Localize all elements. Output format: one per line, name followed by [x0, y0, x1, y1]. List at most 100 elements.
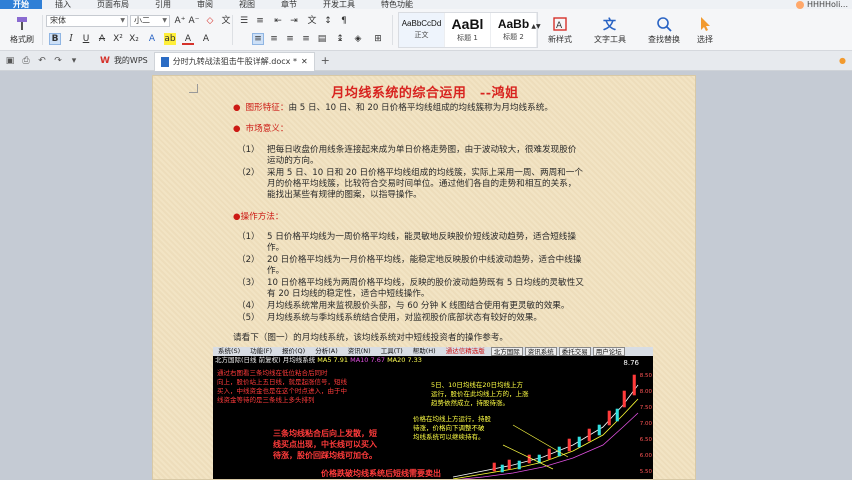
stock-chart-image: 系统(S) 功能(F) 报价(Q) 分析(A) 资讯(N) 工具(T) 帮助(H… [213, 347, 653, 479]
document-page[interactable]: 月均线系统的综合运用 --鸿姐 ● 图形特征：由 5 日、10 日、和 20 日价… [152, 75, 696, 480]
increase-indent-icon[interactable]: ⇥ [288, 15, 300, 27]
menu-tab-features[interactable]: 特色功能 [368, 0, 426, 9]
chevron-down-icon: ▼ [162, 17, 167, 24]
method-heading: ●操作方法： [233, 212, 283, 223]
menu-tab-page-layout[interactable]: 页面布局 [84, 0, 142, 9]
find-replace-button[interactable]: 查找替换 [642, 13, 686, 47]
method-item-1-cont: 作。 [267, 243, 284, 254]
decrease-indent-icon[interactable]: ⇤ [272, 15, 284, 27]
menu-tab-home[interactable]: 开始 [0, 0, 42, 9]
italic-button[interactable]: I [65, 33, 77, 45]
highlight-color-icon[interactable]: ab [164, 33, 176, 45]
phonetic-guide-icon[interactable]: 文 [220, 15, 232, 27]
font-size-value: 小二 [134, 16, 150, 25]
style-gallery-scroll-icon[interactable]: ▲▼ [530, 21, 542, 33]
redo-icon[interactable]: ↷ [52, 55, 64, 67]
new-style-button[interactable]: A 新样式 [542, 13, 578, 47]
scale-tick: 6.50 [639, 437, 652, 443]
stock-name: 北方国际(日线 前复权) 月均线系统 [215, 356, 316, 364]
qa-more-icon[interactable]: ▾ [68, 55, 80, 67]
tab-my-wps[interactable]: W 我的WPS [94, 52, 154, 70]
menubar: 开始 插入 页面布局 引用 审阅 视图 章节 开发工具 特色功能 HHHHoli… [0, 0, 852, 9]
numbered-list-icon[interactable]: ≡ [254, 15, 266, 27]
market-heading: ● 市场意义： [233, 124, 288, 135]
font-color-icon[interactable]: A [182, 33, 194, 45]
strikethrough-button[interactable]: A [96, 33, 108, 45]
menu-tab-view[interactable]: 视图 [226, 0, 268, 9]
scale-tick: 6.00 [639, 453, 652, 459]
save-icon[interactable]: ▣ [4, 55, 16, 67]
shrink-font-button[interactable]: A⁻ [188, 15, 200, 27]
align-right-icon[interactable]: ≡ [284, 33, 296, 45]
method-item-2: （2） 20 日价格平均线为一月价格平均线，能稳定地反映股价中线波动趋势，适合中线… [237, 255, 581, 266]
method-item-5: （5） 月均线系统与季均线系统结合使用，对监视股价底部状态有较好的效果。 [237, 313, 542, 324]
search-icon [657, 16, 672, 32]
method-item-3: （3） 10 日价格平均线为两周价格平均线，反映的股价波动趋势既有 5 日均线的灵… [237, 278, 584, 289]
align-left-icon[interactable]: ≡ [252, 33, 264, 45]
justify-icon[interactable]: ≡ [300, 33, 312, 45]
menu-tab-chapter[interactable]: 章节 [268, 0, 310, 9]
chart-note: 5日、10日均线在20日均线上方 [431, 381, 524, 389]
select-button[interactable]: 选择 [690, 13, 720, 47]
print-icon[interactable]: ⎙ [20, 55, 32, 67]
chart-note: 向上，股价站上五日线，就是起涨信号，短线 [217, 378, 347, 386]
text-tools-icon: 文 [603, 17, 617, 32]
location-pin-icon[interactable]: ● [839, 56, 846, 65]
align-center-icon[interactable]: ≡ [268, 33, 280, 45]
user-account[interactable]: HHHHoli... [795, 0, 852, 9]
style-normal[interactable]: AaBbCcDd 正文 [399, 13, 445, 47]
item-text: 能找出某些有规律的图案，以指导操作。 [267, 190, 422, 200]
text-tools-label: 文字工具 [594, 34, 626, 44]
sort-icon[interactable]: ↕ [322, 15, 334, 27]
stock-info-bar: 北方国际(日线 前复权) 月均线系统 MA5 7.91 MA10 7.67 MA… [213, 356, 653, 365]
text-tools-button[interactable]: 文 文字工具 [588, 13, 632, 47]
menu-tab-references[interactable]: 引用 [142, 0, 184, 9]
shading-icon[interactable]: ◈ [352, 33, 364, 45]
bullet-icon: ● [233, 103, 241, 113]
border-icon[interactable]: ⊞ [372, 33, 384, 45]
scale-tick: 5.50 [639, 469, 652, 475]
chart-note: 价格在均线上方运行，持股 [413, 415, 491, 423]
item-number: （5） [237, 313, 260, 323]
see-chart-line: 请看下（图一）的月均线系统，该均线系统对中短线投资者的操作参考。 [233, 333, 509, 343]
distributed-icon[interactable]: ▤ [316, 33, 328, 45]
chinese-layout-icon[interactable]: 文 [306, 15, 318, 27]
menu-tab-developer[interactable]: 开发工具 [310, 0, 368, 9]
market-item-1: （1） 把每日收盘价用线条连接起来成为单日价格走势图，由于波动较大，很难发现股价 [237, 145, 576, 156]
svg-text:文: 文 [603, 17, 617, 32]
item-text: 20 日价格平均线为一月价格平均线，能稳定地反映股价中线波动趋势，适合中线操 [267, 255, 582, 265]
item-text: 月均线系统与季均线系统结合使用，对监视股价底部状态有较好的效果。 [267, 313, 543, 323]
superscript-button[interactable]: X² [112, 33, 124, 45]
bullet-list-icon[interactable]: ☰ [238, 15, 250, 27]
font-name-select[interactable]: 宋体 ▼ [46, 15, 128, 27]
clear-format-icon[interactable]: ◇ [204, 15, 216, 27]
find-replace-label: 查找替换 [648, 34, 680, 44]
show-marks-icon[interactable]: ¶ [338, 15, 350, 27]
underline-button[interactable]: U [80, 33, 92, 45]
close-icon[interactable]: ✕ [301, 57, 308, 66]
subscript-button[interactable]: X₂ [128, 33, 140, 45]
style-heading-1[interactable]: AaBl 标题 1 [445, 13, 491, 47]
line-spacing-icon[interactable]: ↨ [334, 33, 346, 45]
undo-icon[interactable]: ↶ [36, 55, 48, 67]
tab-current-document[interactable]: 分时九转战法狙击牛股详解.docx * ✕ [153, 51, 315, 71]
item-number: （4） [237, 301, 260, 311]
chart-note: 待涨，股价回踩均线可加仓。 [273, 451, 377, 460]
method-label: 操作方法： [240, 212, 284, 222]
paintbrush-icon [17, 16, 27, 30]
menu-tab-review[interactable]: 审阅 [184, 0, 226, 9]
item-text: 运动的方向。 [267, 156, 319, 166]
format-painter-button[interactable]: 格式刷 [6, 13, 38, 47]
text-effect-icon[interactable]: A [146, 33, 158, 45]
bullet-icon: ● [233, 212, 241, 222]
font-size-select[interactable]: 小二 ▼ [130, 15, 170, 27]
grow-font-button[interactable]: A⁺ [174, 15, 186, 27]
document-icon [160, 56, 169, 67]
menu-tab-insert[interactable]: 插入 [42, 0, 84, 9]
feature-text: 由 5 日、10 日、和 20 日价格平均线组成的均线簇称为月均线系统。 [288, 103, 553, 113]
new-tab-button[interactable]: + [321, 54, 330, 67]
new-style-label: 新样式 [548, 34, 572, 44]
bold-button[interactable]: B [49, 33, 61, 45]
stock-menu-item: 分析(A) [315, 347, 338, 355]
char-border-icon[interactable]: A [200, 33, 212, 45]
